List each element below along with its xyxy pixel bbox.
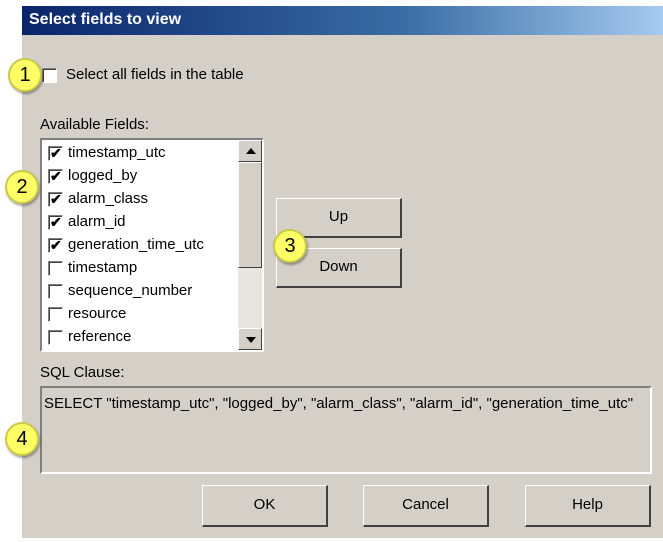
field-checkbox[interactable] bbox=[48, 330, 63, 345]
down-arrow-icon bbox=[246, 337, 256, 343]
cancel-button[interactable]: Cancel bbox=[363, 485, 489, 527]
field-label: reference bbox=[68, 328, 132, 345]
ok-button[interactable]: OK bbox=[202, 485, 328, 527]
callout-4: 4 bbox=[5, 422, 39, 456]
available-fields-list[interactable]: ✔ timestamp_utc ✔ logged_by ✔ alarm_class ✔ ala… bbox=[40, 138, 264, 352]
field-checkbox[interactable]: ✔ bbox=[48, 214, 63, 230]
callout-3: 3 bbox=[273, 229, 307, 263]
field-label: timestamp bbox=[68, 259, 138, 276]
field-list-item[interactable]: ✔ generation_time_utc bbox=[46, 234, 236, 257]
ok-button-label: OK bbox=[253, 496, 276, 513]
available-fields-label: Available Fields: bbox=[40, 116, 149, 133]
field-checkbox[interactable] bbox=[48, 261, 63, 276]
field-checkbox[interactable] bbox=[48, 284, 63, 299]
sql-clause-box[interactable]: SELECT "timestamp_utc", "logged_by", "al… bbox=[40, 386, 652, 474]
field-checkbox[interactable]: ✔ bbox=[48, 145, 63, 161]
help-button[interactable]: Help bbox=[525, 485, 651, 527]
scroll-thumb[interactable] bbox=[238, 162, 262, 268]
field-label: sequence_number bbox=[68, 282, 193, 299]
title-bar[interactable]: Select fields to view bbox=[22, 6, 663, 35]
callout-2: 2 bbox=[5, 170, 39, 204]
cancel-button-label: Cancel bbox=[402, 496, 449, 513]
field-list-item[interactable]: reference bbox=[46, 326, 236, 349]
field-checkbox[interactable]: ✔ bbox=[48, 237, 63, 253]
checkmark-icon: ✔ bbox=[50, 168, 62, 184]
field-list-item[interactable]: resource bbox=[46, 303, 236, 326]
field-checkbox[interactable] bbox=[48, 307, 63, 322]
field-label: timestamp_utc bbox=[68, 144, 166, 161]
select-all-checkbox[interactable] bbox=[42, 68, 57, 83]
field-label: alarm_id bbox=[68, 213, 126, 230]
sql-clause-text: SELECT "timestamp_utc", "logged_by", "al… bbox=[44, 395, 634, 412]
field-label: alarm_class bbox=[68, 190, 149, 207]
field-list-item[interactable]: timestamp bbox=[46, 257, 236, 280]
scroll-down-button[interactable] bbox=[238, 328, 262, 350]
sql-clause-label: SQL Clause: bbox=[40, 364, 125, 381]
list-scrollbar[interactable] bbox=[238, 140, 262, 350]
field-list-item[interactable]: ✔ logged_by bbox=[46, 165, 236, 188]
field-list-items: ✔ timestamp_utc ✔ logged_by ✔ alarm_class ✔ ala… bbox=[42, 140, 238, 350]
dialog-title: Select fields to view bbox=[29, 11, 182, 28]
callout-1: 1 bbox=[8, 58, 42, 92]
checkmark-icon: ✔ bbox=[50, 191, 62, 207]
field-list-item[interactable]: ✔ alarm_class bbox=[46, 188, 236, 211]
checkmark-icon: ✔ bbox=[50, 237, 62, 253]
scroll-up-button[interactable] bbox=[238, 140, 262, 162]
select-fields-dialog: Select fields to view Select all fields … bbox=[22, 6, 663, 538]
field-label: generation_time_utc bbox=[68, 236, 204, 253]
field-checkbox[interactable]: ✔ bbox=[48, 191, 63, 207]
field-checkbox[interactable]: ✔ bbox=[48, 168, 63, 184]
field-label: logged_by bbox=[68, 167, 138, 184]
up-arrow-icon bbox=[246, 148, 256, 154]
field-list-item[interactable]: ✔ alarm_id bbox=[46, 211, 236, 234]
checkmark-icon: ✔ bbox=[50, 145, 62, 161]
field-list-item[interactable]: ✔ timestamp_utc bbox=[46, 142, 236, 165]
field-label: resource bbox=[68, 305, 127, 322]
field-list-item[interactable]: sequence_number bbox=[46, 280, 236, 303]
checkmark-icon: ✔ bbox=[50, 214, 62, 230]
select-all-label[interactable]: Select all fields in the table bbox=[66, 66, 244, 83]
help-button-label: Help bbox=[572, 496, 603, 513]
